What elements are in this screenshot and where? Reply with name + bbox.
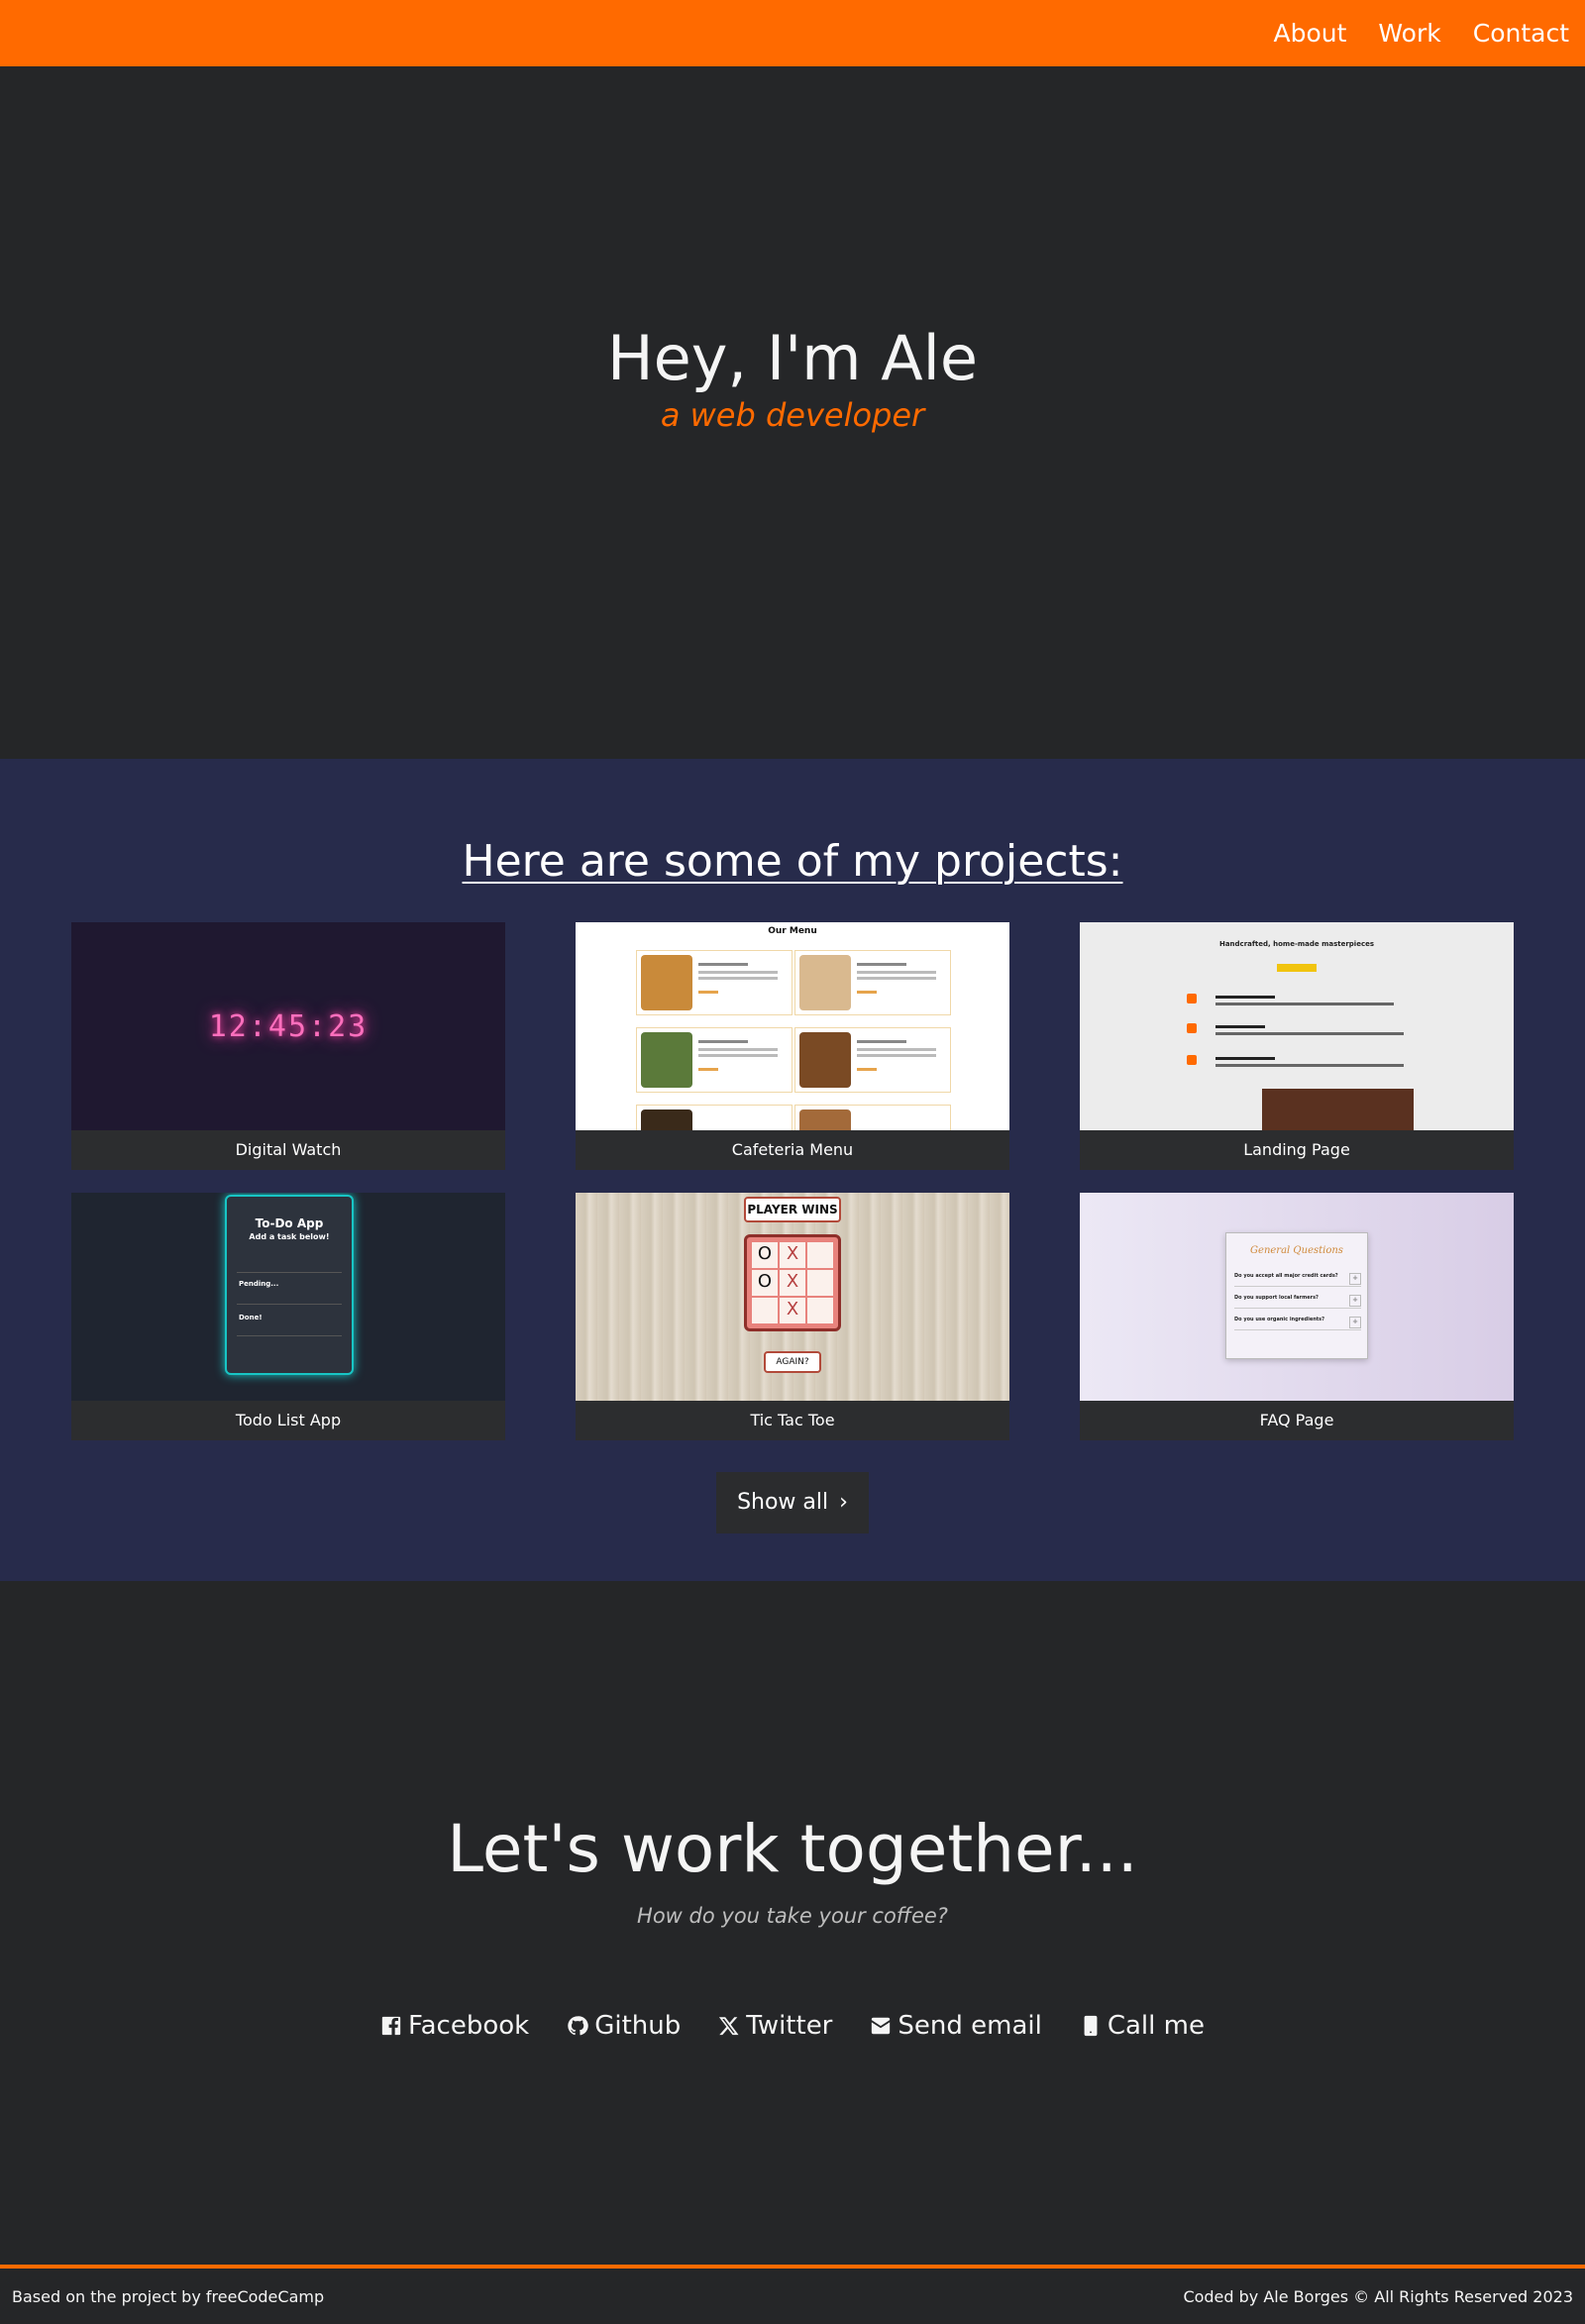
project-tile-cafeteria-menu[interactable]: Our Menu Cafeteria Menu [576, 922, 1009, 1170]
faq-question: Do you support local farmers? [1234, 1295, 1361, 1309]
contact-subtitle: How do you take your coffee? [637, 1904, 948, 1928]
ttt-winner-banner: PLAYER WINS [744, 1197, 841, 1222]
todo-thumb-title: To-Do App [255, 1216, 324, 1230]
footer: Based on the project by freeCodeCamp Cod… [0, 2265, 1585, 2324]
project-thumbnail: PLAYER WINS O X O X X AGAIN? [576, 1193, 1009, 1401]
show-all-button[interactable]: Show all › [716, 1472, 869, 1533]
chevron-right-icon: › [839, 1490, 848, 1515]
project-title: FAQ Page [1080, 1401, 1514, 1440]
food-image [641, 955, 692, 1010]
faq-card: General Questions Do you accept all majo… [1225, 1232, 1368, 1359]
menu-card [794, 950, 951, 1015]
welcome-subtitle: a web developer [660, 396, 925, 434]
todo-thumb-pending: Pending... [239, 1280, 279, 1288]
ttt-cell: O [752, 1270, 778, 1296]
truck-icon [1187, 1023, 1197, 1033]
ttt-cell: X [780, 1270, 805, 1296]
watch-time: 12:45:23 [208, 1008, 369, 1044]
project-tile-digital-watch[interactable]: 12:45:23 Digital Watch [71, 922, 505, 1170]
ttt-cell [752, 1298, 778, 1323]
twitter-link[interactable]: Twitter [718, 2011, 832, 2041]
faq-question: Do you accept all major credit cards? [1234, 1273, 1361, 1287]
ttt-cell: O [752, 1242, 778, 1268]
github-link[interactable]: Github [567, 2011, 681, 2041]
todo-card: To-Do App Add a task below! Pending... D… [225, 1195, 354, 1375]
twitter-label: Twitter [746, 2011, 833, 2041]
github-icon [568, 2016, 588, 2036]
project-thumbnail: 12:45:23 [71, 922, 505, 1130]
todo-thumb-done: Done! [239, 1314, 263, 1321]
food-image [799, 955, 851, 1010]
project-thumbnail: Handcrafted, home-made masterpieces [1080, 922, 1514, 1130]
menu-card [636, 950, 792, 1015]
call-me-link[interactable]: Call me [1080, 2011, 1205, 2041]
project-title: Tic Tac Toe [576, 1401, 1009, 1440]
footer-credit-right: Coded by Ale Borges © All Rights Reserve… [1183, 2286, 1573, 2306]
welcome-section: Hey, I'm Ale a web developer [0, 66, 1585, 759]
project-thumbnail: To-Do App Add a task below! Pending... D… [71, 1193, 505, 1401]
contact-section: Let's work together... How do you take y… [0, 1581, 1585, 2265]
menu-card [636, 1105, 792, 1130]
facebook-icon [381, 2016, 401, 2036]
show-all-label: Show all [737, 1490, 829, 1515]
ttt-cell: X [780, 1298, 805, 1323]
food-image [799, 1109, 851, 1130]
facebook-link[interactable]: Facebook [380, 2011, 529, 2041]
ttt-board: O X O X X [744, 1234, 841, 1331]
navbar: About Work Contact [0, 0, 1585, 66]
ttt-cell [807, 1270, 833, 1296]
food-image [641, 1032, 692, 1088]
project-title: Digital Watch [71, 1130, 505, 1170]
project-title: Cafeteria Menu [576, 1130, 1009, 1170]
nav-link-work[interactable]: Work [1378, 19, 1440, 48]
fire-icon [1187, 994, 1197, 1004]
project-thumbnail: General Questions Do you accept all majo… [1080, 1193, 1514, 1401]
food-image [799, 1032, 851, 1088]
contact-heading: Let's work together... [447, 1811, 1138, 1887]
nav-link-about[interactable]: About [1274, 19, 1347, 48]
ttt-again-button: AGAIN? [764, 1351, 821, 1373]
project-tile-todo-list-app[interactable]: To-Do App Add a task below! Pending... D… [71, 1193, 505, 1440]
food-image [641, 1109, 692, 1130]
project-thumbnail: Our Menu [576, 922, 1009, 1130]
send-email-link[interactable]: Send email [870, 2011, 1042, 2041]
footer-credit-left: Based on the project by freeCodeCamp [12, 2286, 325, 2306]
menu-card [794, 1105, 951, 1130]
twitter-x-icon [719, 2017, 739, 2036]
nav-link-contact[interactable]: Contact [1473, 19, 1569, 48]
envelope-icon [872, 2017, 891, 2035]
landing-cta [1277, 964, 1317, 972]
phone-icon [1084, 2015, 1098, 2037]
project-tile-tic-tac-toe[interactable]: PLAYER WINS O X O X X AGAIN? Tic Tac Toe [576, 1193, 1009, 1440]
ttt-cell [807, 1242, 833, 1268]
project-title: Landing Page [1080, 1130, 1514, 1170]
projects-heading: Here are some of my projects: [462, 836, 1123, 887]
ttt-cell: X [780, 1242, 805, 1268]
landing-video [1262, 1089, 1414, 1130]
project-title: Todo List App [71, 1401, 505, 1440]
send-email-label: Send email [898, 2011, 1042, 2041]
project-tile-landing-page[interactable]: Handcrafted, home-made masterpieces Land… [1080, 922, 1514, 1170]
menu-card [636, 1027, 792, 1093]
menu-card [794, 1027, 951, 1093]
battery-icon [1187, 1055, 1197, 1065]
facebook-label: Facebook [408, 2011, 530, 2041]
github-label: Github [594, 2011, 682, 2041]
projects-section: Here are some of my projects: 12:45:23 D… [0, 759, 1585, 1581]
ttt-cell [807, 1298, 833, 1323]
contact-links: Facebook Github Twitter Send email Call … [0, 2011, 1585, 2041]
landing-thumb-heading: Handcrafted, home-made masterpieces [1218, 940, 1375, 948]
todo-thumb-subtitle: Add a task below! [249, 1232, 330, 1241]
menu-thumb-title: Our Menu [768, 926, 817, 936]
faq-thumb-title: General Questions [1250, 1245, 1343, 1256]
welcome-heading: Hey, I'm Ale [606, 322, 979, 394]
project-tile-faq-page[interactable]: General Questions Do you accept all majo… [1080, 1193, 1514, 1440]
faq-question: Do you use organic ingredients? [1234, 1317, 1361, 1330]
call-me-label: Call me [1107, 2011, 1205, 2041]
